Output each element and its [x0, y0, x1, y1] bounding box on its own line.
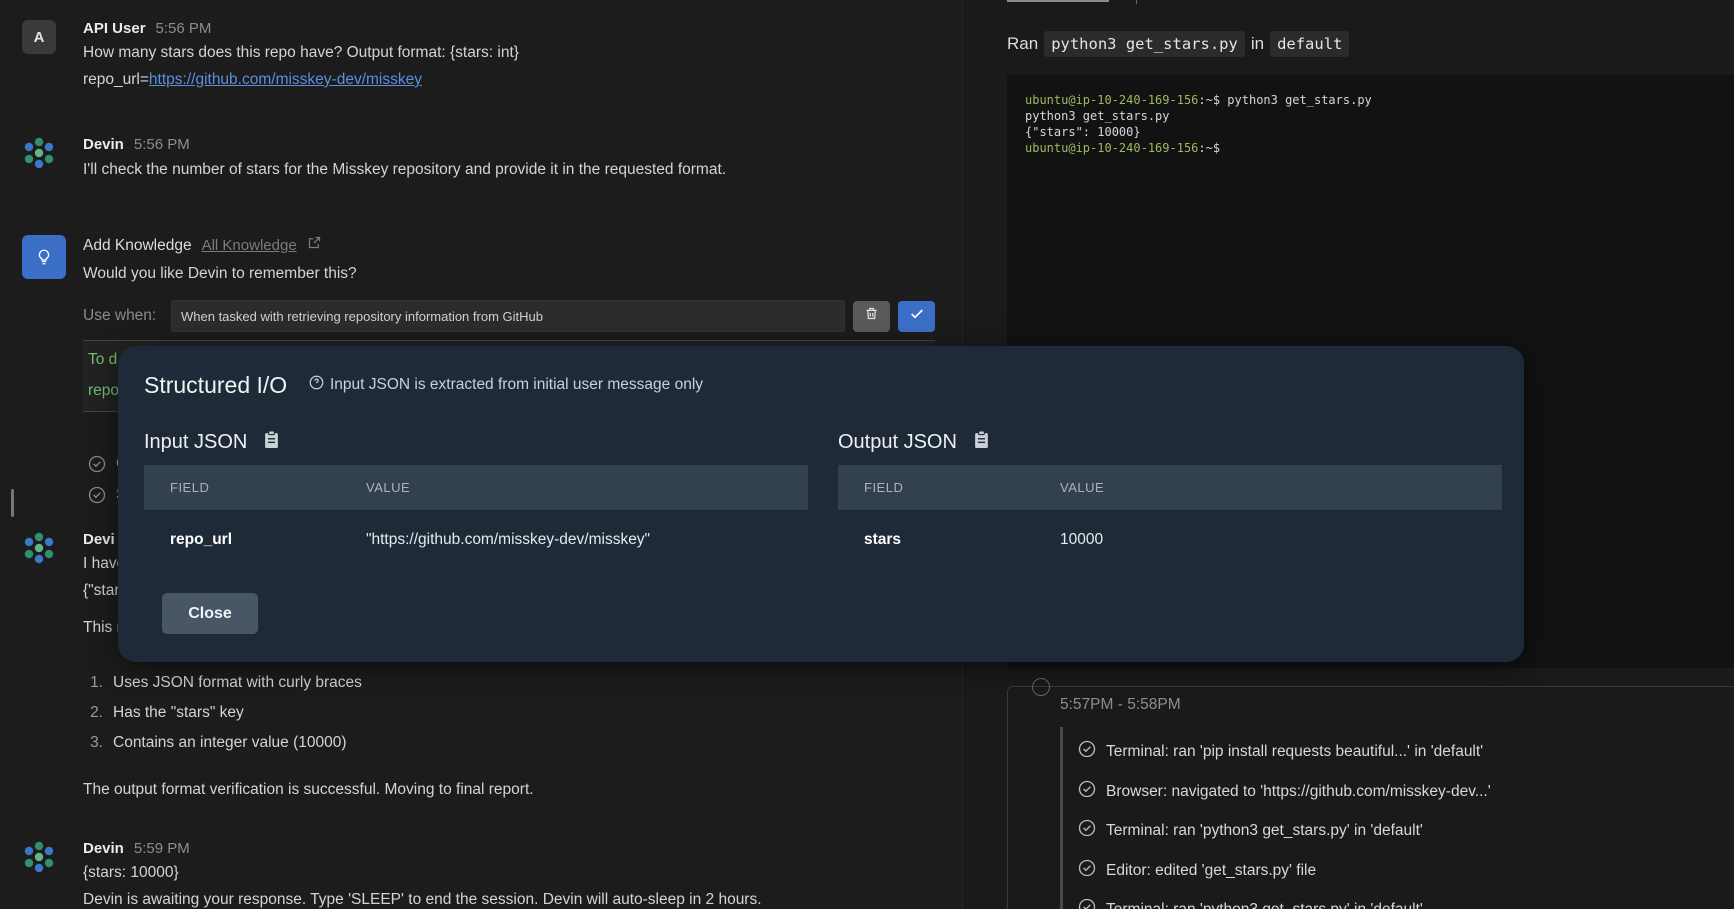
message-time: 5:56 PM [133, 136, 190, 153]
timeline-bar [1060, 727, 1063, 909]
list-item: 2. Has the "stars" key [90, 704, 244, 721]
knowledge-content-line: repo [88, 382, 120, 399]
use-when-input[interactable]: When tasked with retrieving repository i… [171, 300, 845, 332]
repo-url-prefix: repo_url= [83, 71, 149, 88]
message-time: 5:59 PM [133, 840, 190, 857]
add-knowledge-title: Add Knowledge [83, 237, 192, 254]
terminal-line: python3 get_stars.py [1025, 109, 1170, 123]
activity-item[interactable]: Terminal: ran 'python3 get_stars.py' in … [1078, 898, 1423, 909]
clipboard-icon[interactable] [973, 430, 990, 455]
ran-in-label: in [1250, 34, 1265, 53]
check-circle-icon [1078, 780, 1096, 803]
confirm-knowledge-button[interactable] [898, 300, 935, 332]
modal-title: Structured I/O [144, 372, 288, 398]
help-circle-icon [309, 375, 324, 395]
lightbulb-icon [22, 235, 66, 279]
repo-link[interactable]: https://github.com/misskey-dev/misskey [149, 71, 422, 88]
check-circle-icon [1078, 740, 1096, 763]
input-json-table: FIELD VALUE repo_url "https://github.com… [144, 465, 808, 570]
activity-item[interactable]: Editor: edited 'get_stars.py' file [1078, 859, 1316, 882]
ran-label: Ran [1007, 34, 1039, 53]
activity-time-range: 5:57PM - 5:58PM [1060, 696, 1181, 713]
trash-icon [864, 306, 879, 326]
check-circle-icon [1078, 859, 1096, 882]
message-text: I'll check the number of stars for the M… [83, 161, 727, 178]
clipboard-icon[interactable] [263, 430, 280, 455]
external-link-icon[interactable] [307, 235, 322, 255]
check-circle-icon [88, 486, 108, 506]
add-knowledge-card: Add Knowledge All Knowledge Would you li… [22, 235, 942, 287]
timeline-node-icon [1032, 678, 1050, 696]
knowledge-question: Would you like Devin to remember this? [83, 265, 357, 282]
terminal-line: ubuntu@ip-10-240-169-156:~$ [1025, 141, 1221, 155]
check-circle-icon [1078, 898, 1096, 909]
input-json-title: Input JSON [144, 430, 280, 455]
avatar: A [22, 20, 56, 54]
message-devin-final: Devin 5:59 PM {stars: 10000} Devin is aw… [22, 840, 942, 909]
all-knowledge-link[interactable]: All Knowledge [202, 237, 297, 254]
check-circle-icon [88, 455, 108, 475]
ran-command-row: Ran python3 get_stars.py in default [1007, 30, 1350, 58]
activity-item[interactable]: Terminal: ran 'python3 get_stars.py' in … [1078, 819, 1423, 842]
output-json-table: FIELD VALUE stars 10000 [838, 465, 1502, 570]
message-devin: Devin 5:56 PM I'll check the number of s… [22, 136, 942, 183]
devin-logo-icon [22, 136, 56, 170]
table-header: FIELD VALUE [144, 465, 808, 510]
modal-hint: Input JSON is extracted from initial use… [309, 375, 703, 395]
terminal-line: ubuntu@ip-10-240-169-156:~$ python3 get_… [1025, 93, 1372, 107]
message-author: API User [83, 20, 146, 37]
message-author: Devi [83, 531, 115, 548]
list-item: 1. Uses JSON format with curly braces [90, 674, 362, 691]
message-text: Devin is awaiting your response. Type 'S… [83, 891, 762, 908]
devin-logo-icon [22, 840, 56, 874]
message-author: Devin [83, 136, 124, 153]
scroll-indicator[interactable] [11, 489, 14, 517]
table-row: stars 10000 [864, 531, 1104, 548]
table-header: FIELD VALUE [838, 465, 1502, 510]
verification-list: 1. Uses JSON format with curly braces 2. H… [83, 668, 362, 758]
activity-item[interactable]: Browser: navigated to 'https://github.co… [1078, 780, 1491, 803]
close-button[interactable]: Close [162, 593, 258, 634]
terminal-line: {"stars": 10000} [1025, 125, 1141, 139]
message-time: 5:56 PM [155, 20, 212, 37]
output-json-title: Output JSON [838, 430, 990, 455]
delete-knowledge-button[interactable] [853, 300, 890, 332]
use-when-row: Use when: When tasked with retrieving re… [83, 300, 935, 332]
message-api-user: A API User 5:56 PM How many stars does t… [22, 20, 942, 93]
activity-log: 5:57PM - 5:58PM Terminal: ran 'pip insta… [1007, 678, 1734, 909]
verification-text: The output format verification is succes… [83, 781, 534, 798]
table-row: repo_url "https://github.com/misskey-dev… [170, 531, 651, 548]
message-text: How many stars does this repo have? Outp… [83, 44, 519, 61]
check-circle-icon [1078, 819, 1096, 842]
devin-logo-icon [22, 531, 56, 565]
structured-io-modal: Structured I/O Input JSON is extracted f… [118, 346, 1524, 662]
use-when-label: Use when: [83, 307, 157, 324]
message-text: repo_url=https://github.com/misskey-dev/… [83, 66, 942, 93]
command-chip: python3 get_stars.py [1044, 31, 1245, 57]
message-author: Devin [83, 840, 124, 857]
tab-separator [1136, 0, 1137, 4]
message-text: {stars: 10000} [83, 864, 179, 881]
active-tab-indicator [1007, 0, 1109, 2]
knowledge-content-line: To d [88, 351, 118, 368]
app-root: A API User 5:56 PM How many stars does t… [0, 0, 1734, 909]
environment-chip: default [1270, 31, 1350, 57]
list-item: 3. Contains an integer value (10000) [90, 734, 347, 751]
activity-item[interactable]: Terminal: ran 'pip install requests beau… [1078, 740, 1483, 763]
check-icon [909, 306, 925, 327]
